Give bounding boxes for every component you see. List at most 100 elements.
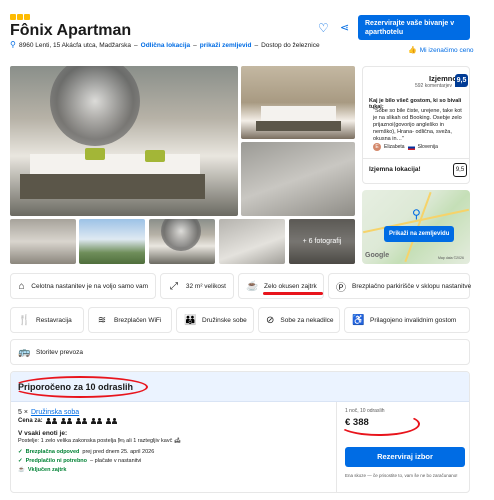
map-preview[interactable]: ⚲ Prikaži na zemljevidu Google Map data … [362,190,470,264]
person-icon [75,418,81,424]
star-icon [10,14,16,20]
facility-wifi: ≋ Brezplačen WiFi [88,307,172,333]
facility-restaurant: 🍴 Restavracija [10,307,84,333]
wifi-icon: ≋ [97,314,107,326]
facility-label: Zelo okusen zajtrk [264,282,317,290]
person-icon [81,418,87,424]
location-link[interactable]: Odlična lokacija [141,42,191,49]
restaurant-icon: 🍴 [18,314,31,326]
divider [336,402,337,492]
recommendation-header: Priporočeno za 10 odraslih [11,372,469,402]
shuttle-icon: 🚌 [18,346,31,358]
location-rating-label: Izjemna lokacija! [369,166,421,173]
annotation-circle [338,412,420,436]
feature-no-prepayment: ✓ Predplačilo ni potrebno – plačate v na… [18,458,141,464]
star-rating [10,14,30,20]
price-for-row: Cena za: [18,418,117,424]
feature-emphasis: Vključen zajtrk [27,467,67,473]
recommendation-box: Priporočeno za 10 odraslih 5 × Družinska… [10,371,470,493]
thumbs-up-icon: 👍 [408,47,417,54]
main-photo[interactable] [10,66,238,216]
check-icon: ✓ [18,458,23,464]
feature-rest: prej pred dnem 25. april 2026 [82,449,155,455]
price-for-label: Cena za: [18,418,43,424]
accessible-icon: ♿ [352,314,365,326]
facility-label: Celotna nastanitev je na voljo samo vam [31,282,148,290]
review-score-badge: 9,5 [455,74,468,87]
facility-label: Storitev prevoza [36,348,83,356]
property-title: Fônix Apartman [10,22,132,39]
divider [363,158,469,159]
coffee-cup-icon: ☕ [246,280,259,292]
person-icon [66,418,72,424]
facility-label: 32 m² velikost [185,282,226,290]
review-quote: "Sobe so bile čiste, urejene, take kot j… [373,108,462,142]
reserve-button[interactable]: Rezervirajte vaše bivanje v aparthotelu [358,15,470,40]
facility-accessible: ♿ Prilagojeno invalidnim gostom [344,307,470,333]
facility-label: Sobe za nekadilce [280,316,334,324]
coffee-cup-icon: ☕ [18,467,25,473]
person-icon [96,418,102,424]
review-count[interactable]: 592 komentarjev [415,83,452,89]
room-name-link[interactable]: Družinska soba [31,409,79,416]
facility-label: Brezplačen WiFi [114,316,162,324]
occupancy-icons [45,418,117,424]
parking-icon: Ⓟ [336,282,346,294]
photo-room-2[interactable] [241,66,355,139]
person-icon [45,418,51,424]
wall-art [50,66,140,146]
map-pin-icon: ⚲ [412,207,421,221]
room-line: 5 × Družinska soba [18,409,79,416]
user-name: Elizabeta [384,144,405,150]
photo-bathroom[interactable] [241,142,355,216]
review-card: Izjemno 592 komentarjev 9,5 Kaj je bilo … [362,66,470,184]
heart-icon[interactable]: ♡ [318,22,330,34]
bed-info: Postelje: 1 zelo velika zakonska postelj… [18,438,181,444]
review-label: Izjemno [429,74,457,83]
annotation-underline [263,292,323,295]
feature-rest: – plačate v nastanitvi [90,458,142,464]
share-icon[interactable]: ⋖ [340,22,352,34]
facility-shuttle: 🚌 Storitev prevoza [10,339,470,365]
price-match-label: Mi izenačimo ceno [419,46,474,54]
thumbnail-2[interactable] [79,219,145,264]
map-link[interactable]: prikaži zemljevid [200,42,252,49]
facility-breakfast: ☕ Zelo okusen zajtrk [238,273,324,299]
facility-label: Prilagojeno invalidnim gostom [370,316,457,324]
user-country: Slovenija [417,144,438,150]
station-text: Dostop do železnice [261,41,320,49]
review-user: E Elizabeta Slovenija [373,143,438,151]
facility-family-rooms: 👪 Družinske sobe [176,307,254,333]
room-count: 5 × [18,409,28,416]
facility-entire-place: ⌂ Celotna nastanitev je na voljo samo va… [10,273,156,299]
map-data-label: Map data ©2026 [438,256,464,260]
size-icon: ⤢ [169,280,178,292]
feature-emphasis: Brezplačna odpoved [25,449,80,455]
person-icon [51,418,57,424]
address-text: 8960 Lenti, 15 Akácfa utca, Madžarska [19,41,132,49]
reserve-selection-button[interactable]: Rezerviraj izbor [345,447,465,467]
thumbnail-3[interactable] [149,219,215,264]
no-smoking-icon: ⊘ [266,314,275,326]
show-on-map-button[interactable]: Prikaži na zemljevidu [384,226,455,242]
thumbnail-1[interactable] [10,219,76,264]
facility-label: Brezplačno parkirišče v sklopu nastanitv… [352,282,472,290]
avatar: E [373,143,381,151]
thumbnail-4[interactable] [219,219,285,264]
star-icon [17,14,23,20]
facility-label: Družinske sobe [202,316,247,324]
more-photos-overlay[interactable]: + 6 fotografij [289,219,355,264]
location-pin-icon: ⚲ [10,40,16,49]
feature-free-cancel: ✓ Brezplačna odpoved prej pred dnem 25. … [18,449,154,455]
star-icon [24,14,30,20]
unit-heading: V vsaki enoti je: [18,430,68,437]
price-match[interactable]: 👍 Mi izenačimo ceno [408,46,474,55]
fine-print: Ena skoze — če prisostite to, vam še ne … [345,473,458,478]
facility-size: ⤢ 32 m² velikost [160,273,234,299]
flag-icon [407,144,415,150]
feature-breakfast: ☕ Vključen zajtrk [18,467,66,473]
facility-non-smoking: ⊘ Sobe za nekadilce [258,307,340,333]
google-logo: Google [365,252,390,259]
location-score: 9,5 [453,163,467,177]
person-icon [111,418,117,424]
